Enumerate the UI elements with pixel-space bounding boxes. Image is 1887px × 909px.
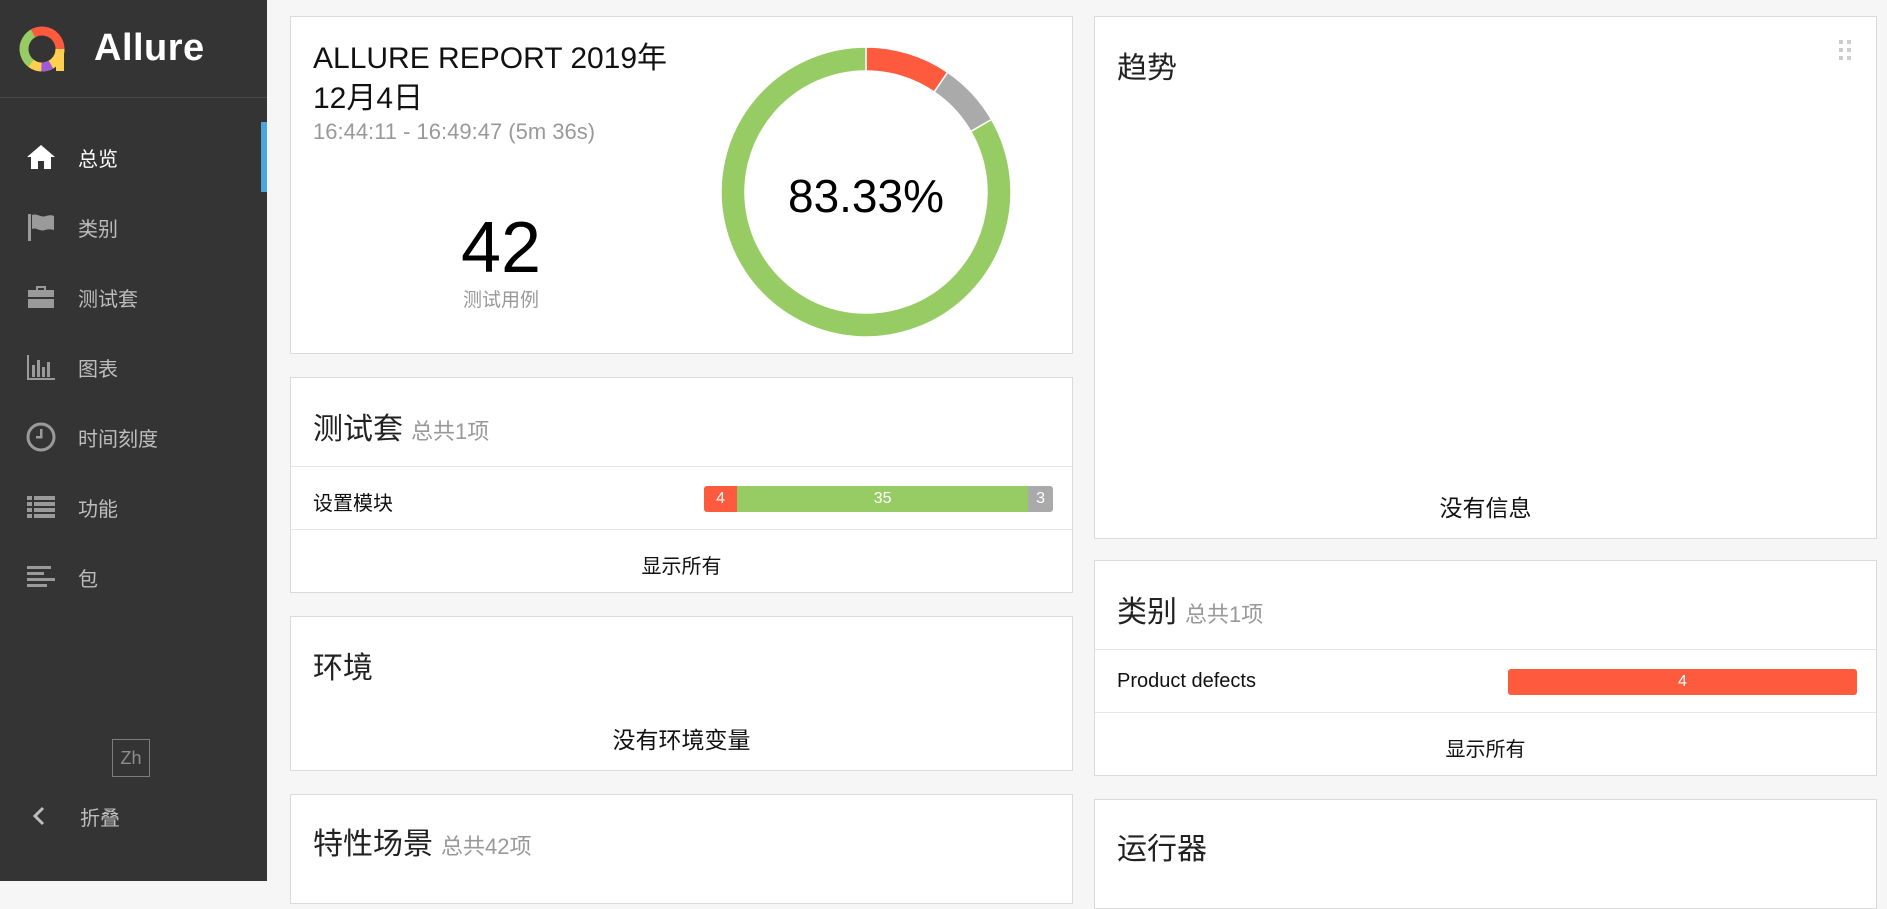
suites-count: 总共1项 [411,419,490,444]
suite-failed-segment[interactable]: 4 [704,486,738,512]
category-name: Product defects [1117,670,1256,692]
chevron-left-icon [24,805,54,827]
bar-chart-icon [24,350,58,384]
suite-name: 设置模块 [313,493,393,515]
success-rate: 83.33% [787,170,944,222]
suites-title: 测试套 [313,413,403,446]
categories-widget: 类别 总共1项 Product defects 4 显示所有 [1094,560,1877,776]
categories-show-all-link[interactable]: 显示所有 [1095,733,1876,762]
categories-title: 类别 [1117,596,1177,629]
test-case-count-label: 测试用例 [462,290,539,311]
align-left-icon [24,560,58,594]
categories-header: 类别 总共1项 [1117,587,1263,631]
sidebar-item-label: 类别 [78,218,118,241]
suite-skipped-segment[interactable]: 3 [1028,486,1053,512]
sidebar-item-suites[interactable]: 测试套 [0,262,267,332]
brand[interactable]: Allure [0,0,267,98]
sidebar-item-label: 测试套 [78,288,138,311]
collapse-label: 折叠 [80,807,120,830]
report-time-range: 16:44:11 - 16:49:47 (5m 36s) [313,119,596,144]
test-case-count: 42 [460,208,542,288]
trend-widget: 趋势 没有信息 [1094,16,1877,539]
categories-count: 总共1项 [1185,602,1264,627]
executors-widget: 运行器 [1094,799,1877,909]
features-header: 特性场景 总共42项 [313,819,531,863]
sidebar-item-packages[interactable]: 包 [0,542,267,612]
executors-title: 运行器 [1117,833,1207,866]
category-row[interactable]: Product defects 4 [1095,649,1876,712]
donut-slice-failed[interactable] [865,46,949,94]
environment-header: 环境 [313,643,373,687]
sidebar-nav: 总览 类别 测试套 图表 时间刻度 功能 包 [0,122,267,612]
flag-icon [24,210,58,244]
executors-header: 运行器 [1117,824,1207,868]
category-failed-segment[interactable]: 4 [1508,669,1857,695]
language-switch[interactable]: Zh [112,739,150,777]
sidebar-item-label: 总览 [78,148,118,171]
suites-show-all-link[interactable]: 显示所有 [291,550,1072,579]
drag-handle-icon[interactable] [1838,39,1852,61]
suite-passed-segment[interactable]: 35 [737,486,1029,512]
category-status-bar: 4 [1508,669,1857,695]
sidebar-item-label: 时间刻度 [78,428,158,451]
features-widget: 特性场景 总共42项 [290,794,1073,904]
collapse-button[interactable]: 折叠 [24,796,120,836]
clock-icon [24,420,58,454]
features-count: 总共42项 [441,834,532,859]
sidebar-item-label: 包 [78,568,98,591]
suites-footer: 显示所有 [291,529,1072,593]
allure-logo-icon [19,25,65,71]
environment-empty-message: 没有环境变量 [612,727,751,753]
summary-widget: ALLURE REPORT 2019年12月4日 16:44:11 - 16:4… [290,16,1073,354]
suite-row[interactable]: 设置模块 4 35 3 [291,466,1072,529]
brand-name: Allure [94,27,205,69]
suites-header: 测试套 总共1项 [313,404,489,448]
briefcase-icon [24,280,58,314]
environment-widget: 环境 没有环境变量 [290,616,1073,771]
sidebar-item-categories[interactable]: 类别 [0,192,267,262]
suite-status-bar: 4 35 3 [704,486,1053,512]
trend-empty-message: 没有信息 [1439,495,1532,521]
features-title: 特性场景 [313,828,433,861]
home-icon [24,140,58,174]
suites-widget: 测试套 总共1项 设置模块 4 35 3 显示所有 [290,377,1073,593]
environment-title: 环境 [313,652,373,685]
sidebar-item-graphs[interactable]: 图表 [0,332,267,402]
sidebar-item-behaviors[interactable]: 功能 [0,472,267,542]
sidebar-item-overview[interactable]: 总览 [0,122,267,192]
sidebar-item-timeline[interactable]: 时间刻度 [0,402,267,472]
list-icon [24,490,58,524]
sidebar-item-label: 功能 [78,498,118,521]
trend-header: 趋势 [1117,43,1177,87]
sidebar-item-label: 图表 [78,358,118,381]
trend-title: 趋势 [1117,52,1177,85]
report-title: ALLURE REPORT 2019年12月4日 [313,42,668,115]
categories-footer: 显示所有 [1095,712,1876,776]
sidebar: Allure 总览 类别 测试套 图表 时间刻度 功能 包 Zh 折叠 [0,0,267,881]
donut-slice-skipped[interactable] [933,71,993,133]
